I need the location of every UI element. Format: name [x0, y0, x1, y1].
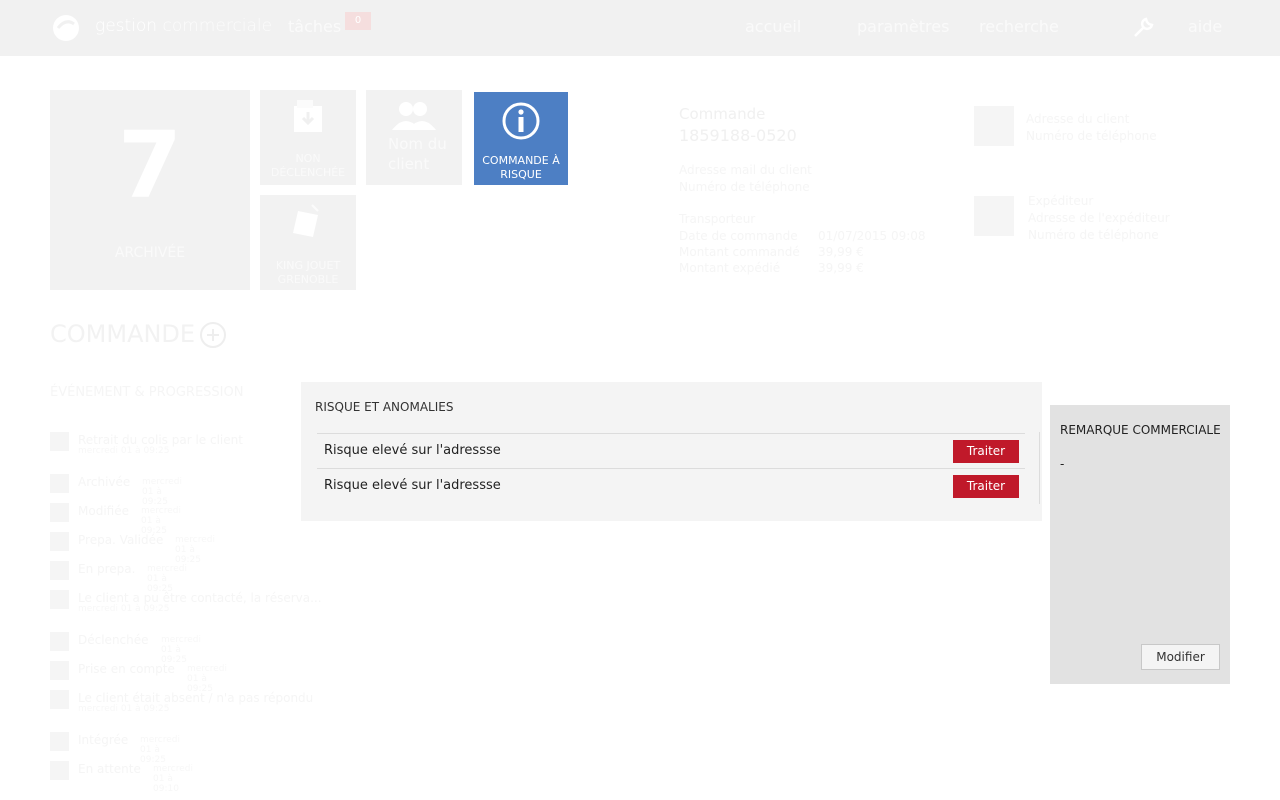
grid-icon — [50, 590, 69, 609]
event-text: Retrait du colis par le client — [78, 433, 243, 447]
archived-status-tile[interactable]: 7 ARCHIVÉE — [50, 90, 250, 290]
order-date-value: 01/07/2015 09:08 — [818, 229, 926, 243]
risk-order-tile[interactable]: COMMANDE À RISQUE — [474, 92, 568, 185]
step-number-icon — [50, 661, 69, 680]
nav-recherche[interactable]: recherche — [979, 17, 1059, 36]
event-text: Archivée — [78, 475, 131, 489]
step-number-icon — [50, 474, 69, 493]
modify-button[interactable]: Modifier — [1141, 644, 1220, 670]
add-circle-icon[interactable] — [199, 321, 227, 349]
vendor-tile[interactable]: KING JOUET GRENOBLE — [260, 195, 356, 290]
event-date: mercredi 01 à 09:25 — [78, 604, 170, 614]
archived-label: ARCHIVÉE — [114, 245, 186, 261]
order-amount-label: Montant commandé — [679, 245, 800, 259]
client-name-label: Nom du client — [388, 135, 447, 173]
risk-panel-divider — [1039, 432, 1040, 504]
notepad-icon — [293, 204, 319, 237]
event-text: Intégrée — [78, 733, 129, 747]
step-number-icon — [50, 632, 69, 651]
order-label: Commande — [679, 105, 766, 123]
event-date: mercredi 01 à 09:25 — [187, 664, 228, 694]
treat-button[interactable]: Traiter — [953, 475, 1019, 498]
truck-icon — [974, 196, 1014, 236]
step-number-icon — [50, 761, 69, 780]
step-number-icon — [50, 732, 69, 751]
sender-label: Expéditeur — [1028, 194, 1094, 208]
risk-panel: RISQUE ET ANOMALIES Risque elevé sur l'a… — [301, 382, 1042, 521]
risk-order-label: COMMANDE À RISQUE — [482, 154, 560, 181]
step-number-icon — [50, 532, 69, 551]
order-date-label: Date de commande — [679, 229, 798, 243]
order-amount-value: 39,99 € — [818, 245, 864, 259]
shipped-amount-label: Montant expédié — [679, 261, 781, 275]
edit-address-icon[interactable] — [974, 106, 1014, 146]
brand-sub: commerciale — [162, 16, 273, 36]
risk-row: Risque elevé sur l'adressse Traiter — [317, 468, 1025, 503]
order-section-title: COMMANDE — [50, 320, 196, 348]
users-icon — [392, 102, 436, 130]
vendor-label: KING JOUET GRENOBLE — [275, 259, 341, 286]
event-date: mercredi 01 à 09:25 — [141, 506, 182, 536]
tasks-count-badge: 0 — [345, 12, 371, 30]
client-address-label: Adresse du client — [1026, 112, 1130, 126]
event-text: Le client était absent / n'a pas répondu — [78, 691, 314, 705]
treat-button[interactable]: Traiter — [953, 440, 1019, 463]
step-number-icon — [50, 503, 69, 522]
brand-main: gestion — [95, 16, 158, 36]
order-number: 1859188-0520 — [679, 126, 797, 145]
events-title: ÉVÉNEMENT & PROGRESSION — [50, 385, 244, 400]
client-name-tile[interactable]: Nom du client — [366, 90, 462, 185]
event-text: En attente — [78, 762, 141, 776]
risk-row: Risque elevé sur l'adressse Traiter — [317, 433, 1025, 468]
event-date: mercredi 01 à 09:25 — [78, 704, 170, 714]
archive-download-icon — [294, 100, 322, 132]
carrier-label: Transporteur — [679, 212, 756, 226]
event-text: En prepa. — [78, 562, 136, 576]
event-text: Déclenchée — [78, 633, 149, 647]
client-phone-label: Numéro de téléphone — [679, 180, 810, 194]
client-email-label: Adresse mail du client — [679, 163, 812, 177]
remark-value: - — [1060, 457, 1065, 471]
nav-aide[interactable]: aide — [1188, 17, 1222, 36]
event-date: mercredi 01 à 09:25 — [142, 477, 183, 507]
event-date: mercredi 01 à 09:25 — [140, 735, 181, 765]
app-brand: gestion commerciale — [95, 16, 272, 36]
not-triggered-tile[interactable]: NON DÉCLENCHÉE — [260, 90, 356, 185]
grid-icon — [50, 690, 69, 709]
not-triggered-label: NON DÉCLENCHÉE — [270, 152, 346, 179]
sender-phone-label: Numéro de téléphone — [1028, 228, 1159, 242]
shipped-amount-value: 39,99 € — [818, 261, 864, 275]
archived-count: 7 — [117, 112, 182, 219]
nav-accueil[interactable]: accueil — [745, 17, 801, 36]
event-date: mercredi 01 à 09:25 — [147, 564, 188, 594]
event-text: Modifiée — [78, 504, 129, 518]
event-date: mercredi 01 à 09:25 — [78, 446, 170, 456]
remark-title: REMARQUE COMMERCIALE — [1060, 423, 1221, 437]
app-logo-icon[interactable] — [50, 12, 82, 44]
event-date: mercredi 01 à 09:10 — [153, 764, 194, 794]
event-date: mercredi 01 à 09:25 — [175, 535, 216, 565]
nav-parametres[interactable]: paramètres — [857, 17, 949, 36]
event-date: mercredi 01 à 09:25 — [161, 635, 202, 665]
wrench-icon[interactable] — [1132, 15, 1156, 39]
risk-panel-title: RISQUE ET ANOMALIES — [315, 400, 454, 414]
event-text: Prise en compte — [78, 662, 175, 676]
event-text: Le client a pu être contacté, la réserva… — [78, 591, 322, 605]
grid-icon — [50, 432, 69, 451]
risk-row-text: Risque elevé sur l'adressse — [324, 443, 501, 458]
risk-row-text: Risque elevé sur l'adressse — [324, 478, 501, 493]
sender-address-label: Adresse de l'expéditeur — [1028, 211, 1170, 225]
commercial-remark-panel: REMARQUE COMMERCIALE - Modifier — [1050, 405, 1230, 684]
top-navigation-bar: gestion commerciale tâches 0 accueil par… — [0, 0, 1280, 56]
step-number-icon — [50, 561, 69, 580]
event-text: Prepa. Validée — [78, 533, 164, 547]
info-icon — [502, 102, 540, 140]
tasks-link[interactable]: tâches — [288, 17, 341, 36]
client-address-phone-label: Numéro de téléphone — [1026, 129, 1157, 143]
